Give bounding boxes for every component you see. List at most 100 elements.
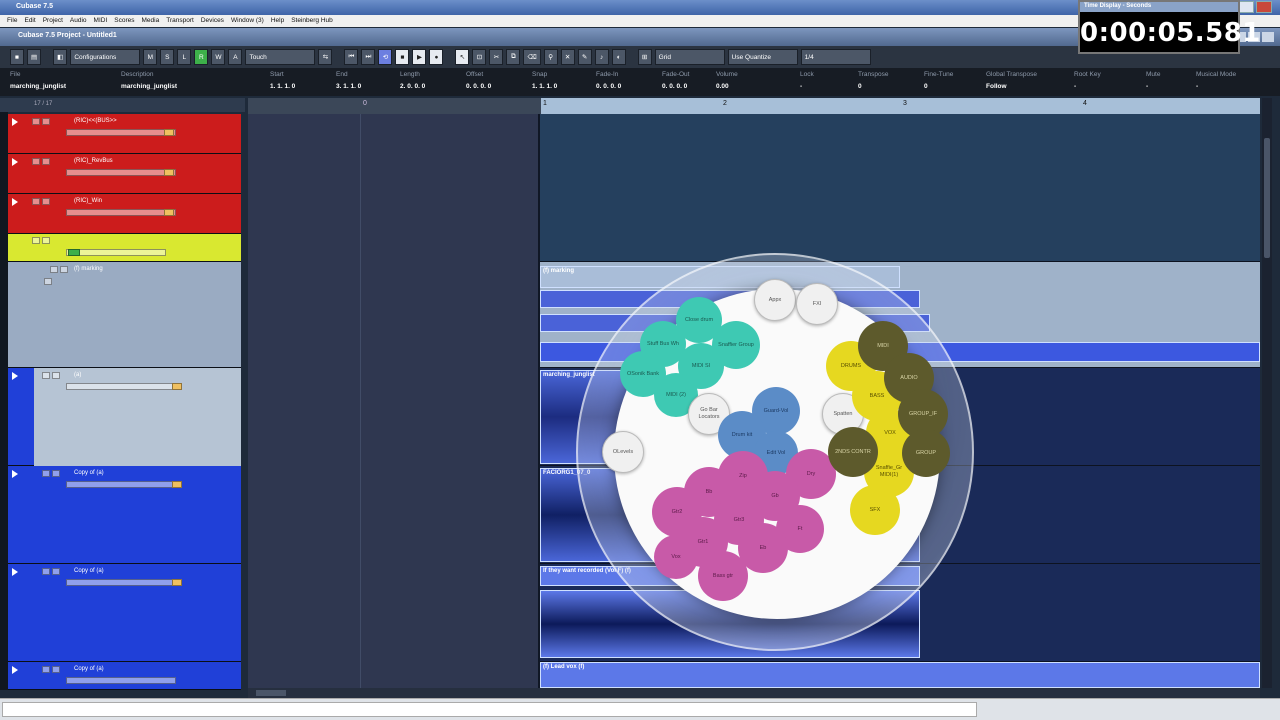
track-name[interactable]: Copy of (a) (74, 568, 104, 574)
project-activate-button[interactable]: ■ (10, 49, 24, 65)
track-a[interactable]: (a) (8, 368, 241, 466)
track-ric-bus[interactable]: (RIC)<<(BUS>> (8, 114, 241, 154)
track-name[interactable]: (RIC)<<(BUS>> (74, 118, 117, 124)
mute-button[interactable] (32, 237, 40, 244)
configurations-dropdown[interactable]: Configurations (70, 49, 141, 65)
grid-type-dropdown[interactable]: Grid (654, 49, 725, 65)
grid-value-dropdown[interactable]: 1/4 (800, 49, 871, 65)
info-offset[interactable]: Offset 0. 0. 0. 0 (466, 71, 491, 90)
info-start[interactable]: Start 1. 1. 1. 0 (270, 71, 295, 90)
info-musical-mode[interactable]: Musical Mode - (1196, 71, 1236, 90)
node-olive-4[interactable]: 2NDS CONTR (828, 427, 878, 477)
track-copy-of-a-2[interactable]: Copy of (a) (8, 564, 241, 662)
info-description[interactable]: Description marching_junglist (121, 71, 177, 90)
track-name[interactable]: (f) marking (74, 266, 103, 272)
info-mute[interactable]: Mute - (1146, 71, 1160, 90)
s-button[interactable]: S (160, 49, 175, 65)
lead-vox-event[interactable]: (f) Lead vox (f) (540, 662, 1260, 688)
menu-scores[interactable]: Scores (114, 17, 134, 27)
menu-help[interactable]: Help (271, 17, 284, 27)
close-icon[interactable] (1256, 1, 1272, 13)
info-snap[interactable]: Snap 1. 1. 1. 0 (532, 71, 557, 90)
horizontal-scroll-thumb[interactable] (256, 690, 286, 696)
mute-button[interactable] (42, 372, 50, 379)
lock-button[interactable] (44, 278, 52, 285)
track-marking[interactable]: (f) marking (8, 262, 241, 368)
track-name[interactable]: (a) (74, 372, 81, 378)
solo-button[interactable] (52, 470, 60, 477)
solo-button[interactable] (42, 118, 50, 125)
info-global-transpose[interactable]: Global Transpose Follow (986, 71, 1037, 90)
track-name[interactable]: Copy of (a) (74, 666, 104, 672)
node-pink-9[interactable]: Bass gtr (698, 551, 748, 601)
cycle-range[interactable] (541, 98, 1260, 114)
quick-control-bubble[interactable]: Close drum Stuff Bus Wh Snaffier Group M… (576, 253, 974, 651)
solo-button[interactable] (52, 568, 60, 575)
menu-media[interactable]: Media (142, 17, 160, 27)
glue-tool[interactable]: ⧉ (506, 49, 521, 65)
track-copy-of-a-3[interactable]: Copy of (a) (8, 662, 241, 690)
info-root-key[interactable]: Root Key - (1074, 71, 1101, 90)
record-button[interactable]: ● (429, 49, 444, 65)
track-expand-icon[interactable] (12, 118, 18, 126)
color-tool[interactable]: ◐ (611, 49, 626, 65)
split-tool[interactable]: ✂ (489, 49, 504, 65)
solo-button[interactable] (42, 237, 50, 244)
node-white-4[interactable]: OLevels (602, 431, 644, 473)
mute-tool[interactable]: ✕ (560, 49, 575, 65)
menu-transport[interactable]: Transport (166, 17, 194, 27)
track-expand-icon[interactable] (12, 198, 18, 206)
info-end[interactable]: End 3. 1. 1. 0 (336, 71, 361, 90)
show-inspector-button[interactable]: ◧ (53, 49, 68, 65)
track-controls[interactable] (66, 383, 176, 390)
track-controls[interactable] (66, 579, 176, 586)
edit-channel-button[interactable] (164, 169, 174, 176)
track-expand-icon[interactable] (12, 666, 18, 674)
maximize-icon[interactable] (1238, 1, 1254, 13)
menu-audio[interactable]: Audio (70, 17, 87, 27)
info-fine-tune[interactable]: Fine-Tune 0 (924, 71, 953, 90)
menu-window[interactable]: Window (3) (231, 17, 264, 27)
edit-channel-button[interactable] (164, 209, 174, 216)
edit-channel-button[interactable] (172, 481, 182, 488)
solo-button[interactable] (52, 666, 60, 673)
edit-channel-button[interactable] (172, 579, 182, 586)
solo-button[interactable] (42, 198, 50, 205)
monitor-button[interactable] (68, 249, 80, 256)
quantize-dropdown[interactable]: Use Quantize (727, 49, 798, 65)
erase-tool[interactable]: ⌫ (523, 49, 541, 65)
play-button[interactable]: ▶ (412, 49, 427, 65)
track-name[interactable]: (RIC)_RevBus (74, 158, 113, 164)
r-button[interactable]: R (194, 49, 209, 65)
solo-button[interactable] (60, 266, 68, 273)
stop-button[interactable]: ■ (395, 49, 410, 65)
menu-edit[interactable]: Edit (24, 17, 35, 27)
horizontal-scrollbar[interactable] (248, 688, 1260, 698)
track-controls[interactable] (66, 209, 176, 216)
constrain-delay-button[interactable]: ▤ (27, 49, 42, 65)
cycle-button[interactable]: ⟲ (378, 49, 393, 65)
node-white-0[interactable]: Appx (754, 279, 796, 321)
range-tool[interactable]: ⊡ (472, 49, 487, 65)
track-controls[interactable] (66, 249, 166, 256)
mute-button[interactable] (42, 568, 50, 575)
info-file[interactable]: File marching_junglist (10, 71, 66, 90)
go-to-start-button[interactable]: ⏮ (344, 49, 359, 65)
solo-button[interactable] (52, 372, 60, 379)
mute-button[interactable] (50, 266, 58, 273)
project-close-icon[interactable] (1262, 32, 1274, 42)
zoom-tool[interactable]: ⚲ (543, 49, 558, 65)
track-expand-icon[interactable] (12, 372, 18, 380)
info-volume[interactable]: Volume 0.00 (716, 71, 738, 90)
vertical-scroll-thumb[interactable] (1264, 138, 1270, 258)
automation-mode-dropdown[interactable]: Touch (245, 49, 316, 65)
track-expand-icon[interactable] (12, 568, 18, 576)
menu-steinberg-hub[interactable]: Steinberg Hub (291, 17, 333, 27)
track-expand-icon[interactable] (12, 158, 18, 166)
info-length[interactable]: Length 2. 0. 0. 0 (400, 71, 425, 90)
track-expand-icon[interactable] (12, 470, 18, 478)
track-yellow-folder[interactable] (8, 234, 241, 262)
mute-button[interactable] (32, 118, 40, 125)
mute-button[interactable] (32, 198, 40, 205)
track-ric-revbus[interactable]: (RIC)_RevBus (8, 154, 241, 194)
